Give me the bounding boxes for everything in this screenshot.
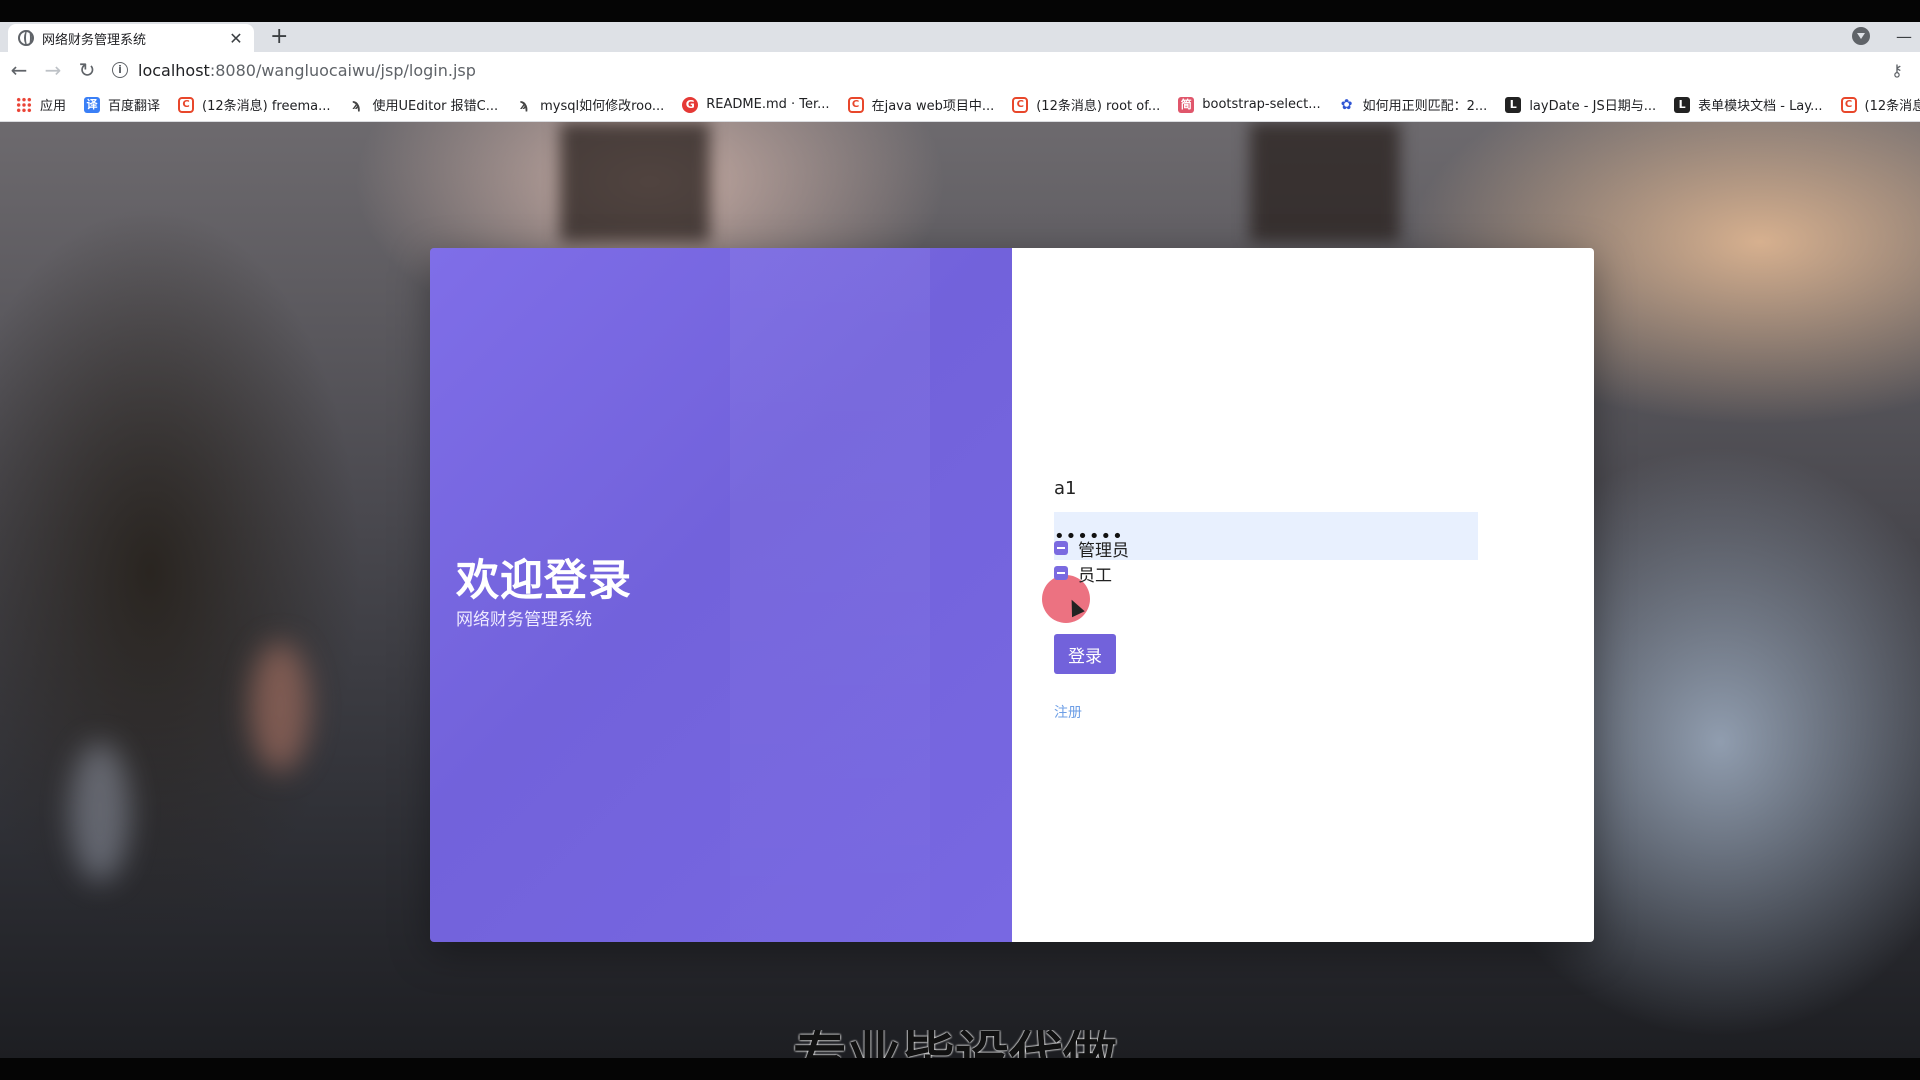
globe-icon: [18, 30, 34, 46]
bookmark-item[interactable]: C 在java web项目中...: [842, 91, 1001, 119]
translate-icon: 译: [84, 96, 101, 113]
address-bar[interactable]: i localhost:8080/wangluocaiwu/jsp/login.…: [112, 55, 1882, 85]
bookmarks-bar: 应用 译百度翻译 C (12条消息) freema... ϡ 使用UEditor 报…: [0, 88, 1920, 122]
csdn-icon: C: [1840, 96, 1857, 113]
layui-icon: L: [1674, 96, 1691, 113]
forward-arrow-icon[interactable]: →: [36, 53, 70, 87]
page-icon: ϡ: [348, 96, 365, 113]
csdn-icon: C: [1012, 96, 1029, 113]
browser-toolbar: ← → ↻ i localhost:8080/wangluocaiwu/jsp/…: [0, 52, 1920, 88]
role-admin-label: 管理员: [1078, 540, 1129, 561]
page-icon: ϡ: [516, 96, 533, 113]
checkbox-icon[interactable]: [1054, 541, 1068, 555]
bookmark-item[interactable]: 简 bootstrap-select...: [1172, 91, 1326, 119]
login-button[interactable]: 登录: [1054, 634, 1116, 674]
login-form: 管理员 员工 登录 注册: [1012, 248, 1594, 942]
profile-menu-icon[interactable]: [1852, 27, 1870, 45]
bookmark-item[interactable]: ϡ 使用UEditor 报错C...: [343, 91, 505, 119]
site-icon: 简: [1178, 96, 1195, 113]
background-light: [250, 642, 310, 772]
tab-title: 网络财务管理系统: [42, 32, 147, 48]
bookmark-item[interactable]: C (12条消息) freema...: [172, 91, 336, 119]
reload-icon[interactable]: ↻: [70, 53, 104, 87]
welcome-panel: 欢迎登录 网络财务管理系统: [430, 248, 1012, 942]
layui-icon: L: [1505, 96, 1522, 113]
bookmark-item[interactable]: LlayDate - JS日期与...: [1499, 91, 1662, 119]
url-path: :8080/wangluocaiwu/jsp/login.jsp: [209, 60, 476, 80]
apps-icon: [16, 96, 32, 113]
background-pillar: [560, 122, 710, 242]
login-card: 欢迎登录 网络财务管理系统 管理员 员工 登录 注册: [430, 248, 1594, 942]
background-light: [70, 742, 130, 882]
gitee-icon: G: [682, 96, 699, 113]
csdn-icon: C: [847, 96, 864, 113]
csdn-icon: C: [178, 96, 195, 113]
role-staff-option[interactable]: 员工: [1054, 562, 1112, 586]
letterbox-bottom: [0, 1058, 1920, 1080]
background-pillar: [1250, 122, 1400, 242]
panel-highlight: [730, 248, 930, 942]
video-caption: 专业毕设代做: [0, 1030, 1920, 1058]
back-arrow-icon[interactable]: ←: [2, 53, 36, 87]
register-link[interactable]: 注册: [1054, 702, 1082, 722]
checkbox-icon[interactable]: [1054, 566, 1068, 580]
welcome-title: 欢迎登录: [456, 556, 632, 606]
browser-tab[interactable]: 网络财务管理系统 ✕: [8, 24, 254, 52]
minimize-button[interactable]: —: [1896, 22, 1912, 52]
bookmark-item[interactable]: ϡ mysql如何修改roo...: [510, 91, 670, 119]
bookmark-item[interactable]: L 表单模块文档 - Lay...: [1668, 91, 1828, 119]
bookmark-item[interactable]: C (12条消息) root of...: [1006, 91, 1166, 119]
bookmark-item[interactable]: C(12条消息) 关于lay...: [1835, 91, 1920, 119]
bookmark-apps[interactable]: 应用: [10, 91, 72, 119]
bookmark-item[interactable]: 译百度翻译: [78, 91, 166, 119]
url-host: localhost: [138, 60, 210, 80]
key-icon[interactable]: ⚷: [1882, 61, 1912, 80]
login-page-background: 欢迎登录 网络财务管理系统 管理员 员工 登录 注册: [0, 122, 1920, 1058]
system-name: 网络财务管理系统: [456, 610, 592, 630]
baidu-icon: ✿: [1338, 96, 1355, 113]
username-input[interactable]: [1054, 470, 1478, 506]
bookmark-item[interactable]: ✿ 如何用正则匹配：2...: [1333, 91, 1494, 119]
letterbox-top: [0, 0, 1920, 22]
bookmark-item[interactable]: G README.md · Ter...: [676, 91, 835, 119]
role-staff-label: 员工: [1078, 565, 1112, 586]
info-icon[interactable]: i: [112, 62, 128, 78]
close-tab-icon[interactable]: ✕: [228, 29, 244, 48]
new-tab-button[interactable]: +: [270, 22, 288, 52]
role-admin-option[interactable]: 管理员: [1054, 537, 1129, 561]
